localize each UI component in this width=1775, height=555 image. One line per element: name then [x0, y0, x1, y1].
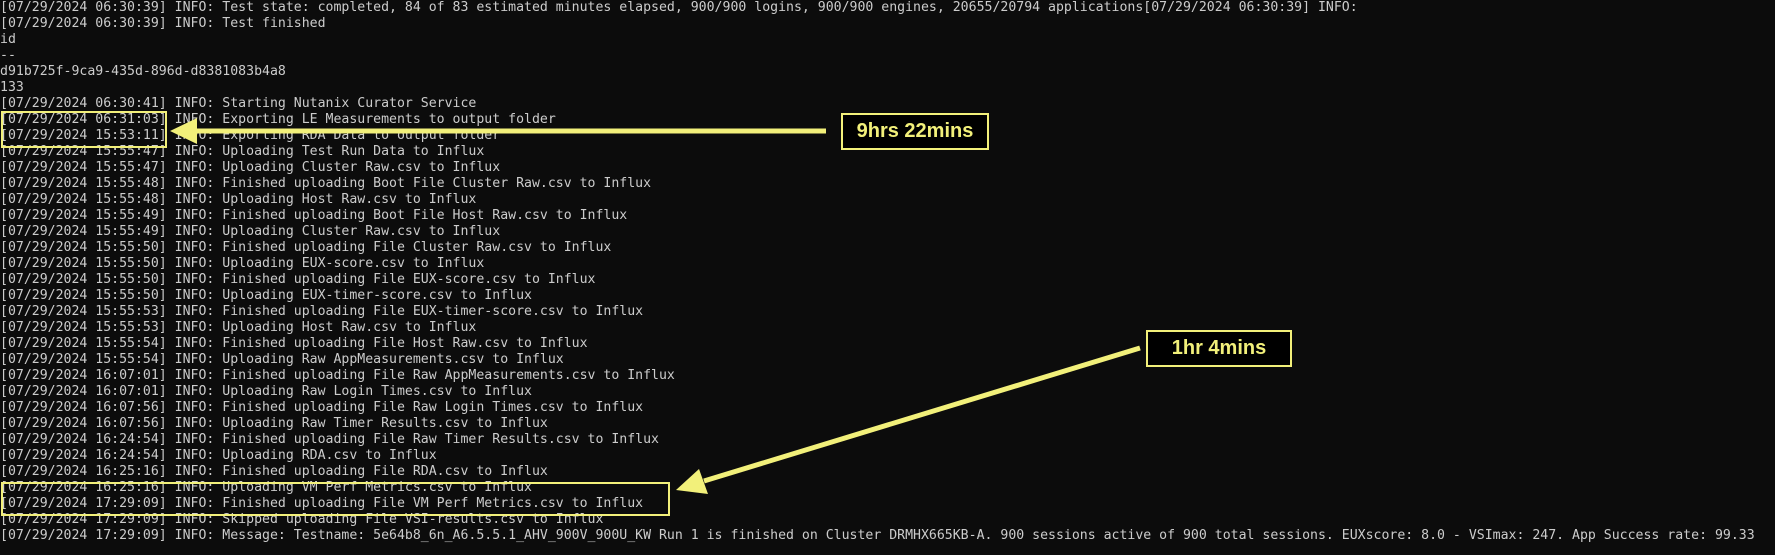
log-line: [07/29/2024 16:07:56] INFO: Finished upl… — [0, 400, 644, 415]
log-line: [07/29/2024 06:30:41] INFO: Starting Nut… — [0, 96, 477, 111]
log-line: [07/29/2024 16:25:16] INFO: Uploading VM… — [0, 480, 532, 495]
log-line: [07/29/2024 16:24:54] INFO: Uploading RD… — [0, 448, 437, 463]
log-line: [07/29/2024 15:55:47] INFO: Uploading Cl… — [0, 160, 501, 175]
log-output: [07/29/2024 06:30:39] INFO: Test state: … — [0, 0, 1755, 544]
log-line: [07/29/2024 15:55:49] INFO: Uploading Cl… — [0, 224, 501, 239]
log-line: [07/29/2024 17:29:09] INFO: Finished upl… — [0, 496, 644, 511]
log-line: id — [0, 32, 16, 47]
log-line: [07/29/2024 15:55:48] INFO: Finished upl… — [0, 176, 652, 191]
log-line: [07/29/2024 15:55:50] INFO: Finished upl… — [0, 272, 596, 287]
log-line: [07/29/2024 17:29:09] INFO: Skipped uplo… — [0, 512, 604, 527]
log-line: [07/29/2024 15:55:54] INFO: Finished upl… — [0, 336, 588, 351]
log-line: d91b725f-9ca9-435d-896d-d8381083b4a8 — [0, 64, 286, 79]
log-line: [07/29/2024 15:55:50] INFO: Uploading EU… — [0, 288, 532, 303]
log-line: [07/29/2024 16:07:56] INFO: Uploading Ra… — [0, 416, 548, 431]
log-line: [07/29/2024 17:29:09] INFO: Message: Tes… — [0, 528, 1755, 543]
log-line: [07/29/2024 16:07:01] INFO: Uploading Ra… — [0, 384, 532, 399]
log-line: [07/29/2024 15:55:50] INFO: Finished upl… — [0, 240, 612, 255]
log-line: [07/29/2024 15:55:53] INFO: Finished upl… — [0, 304, 644, 319]
log-line: [07/29/2024 15:55:50] INFO: Uploading EU… — [0, 256, 485, 271]
log-line: [07/29/2024 15:53:11] INFO: Exporting RD… — [0, 128, 501, 143]
terminal-window[interactable]: [07/29/2024 06:30:39] INFO: Test state: … — [0, 0, 1775, 555]
log-line: [07/29/2024 06:30:39] INFO: Test state: … — [0, 0, 1358, 15]
log-line: [07/29/2024 15:55:49] INFO: Finished upl… — [0, 208, 628, 223]
log-line: [07/29/2024 16:24:54] INFO: Finished upl… — [0, 432, 659, 447]
log-line: [07/29/2024 15:55:48] INFO: Uploading Ho… — [0, 192, 477, 207]
log-line: -- — [0, 48, 16, 63]
log-line: [07/29/2024 06:30:39] INFO: Test finishe… — [0, 16, 326, 31]
log-line: [07/29/2024 16:07:01] INFO: Finished upl… — [0, 368, 675, 383]
log-line: [07/29/2024 06:31:03] INFO: Exporting LE… — [0, 112, 556, 127]
log-line: [07/29/2024 15:55:47] INFO: Uploading Te… — [0, 144, 485, 159]
log-line: [07/29/2024 15:55:53] INFO: Uploading Ho… — [0, 320, 477, 335]
log-line: 133 — [0, 80, 24, 95]
log-line: [07/29/2024 15:55:54] INFO: Uploading Ra… — [0, 352, 564, 367]
log-line: [07/29/2024 16:25:16] INFO: Finished upl… — [0, 464, 548, 479]
